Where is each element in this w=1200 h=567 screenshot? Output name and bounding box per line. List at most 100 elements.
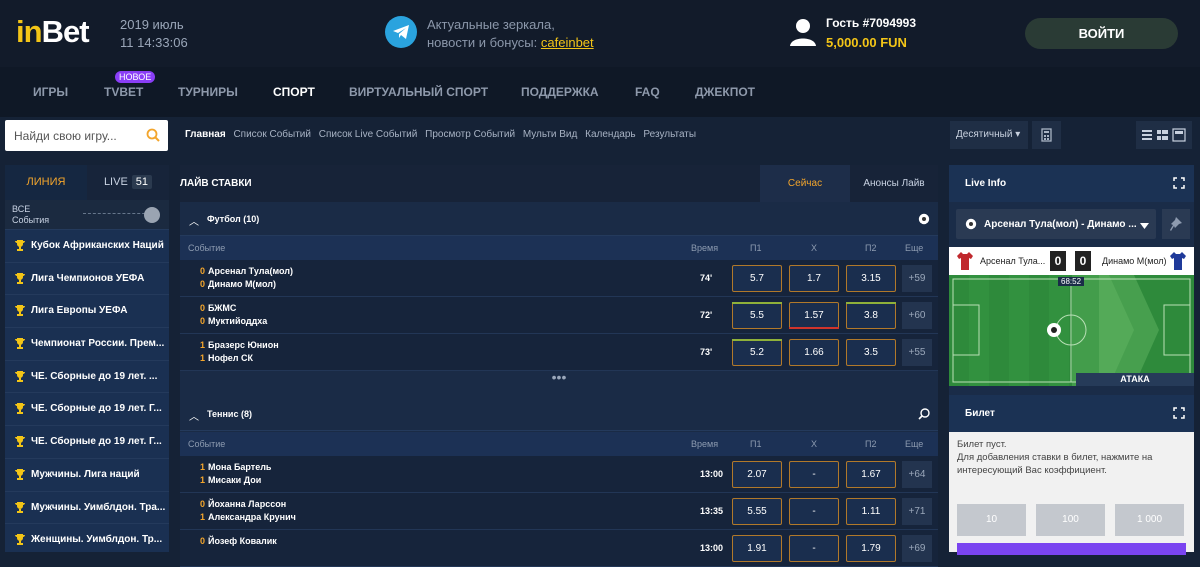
odd-p1[interactable]: 5.7 [732, 265, 782, 292]
sidebar-league-item[interactable]: Чемпионат России. Прем... [5, 327, 169, 360]
odd-p2[interactable]: 1.67 [846, 461, 896, 488]
all-events-slider-knob[interactable] [144, 207, 160, 223]
stake-button-100[interactable]: 100 [1036, 504, 1105, 536]
odd-x[interactable]: 1.66 [789, 339, 839, 366]
nav-item-jackpot[interactable]: ДЖЕКПОТ [695, 85, 755, 99]
crumb-calendar[interactable]: Календарь [585, 129, 635, 140]
more-markets-button[interactable]: +55 [902, 339, 932, 366]
event-row[interactable]: 0 БЖМС 0 Муктийоддха 72' 5.5 1.57 3.8 +60 [180, 297, 938, 334]
tennis-racket-icon [918, 408, 930, 423]
event-time: 13:35 [700, 506, 724, 516]
tab-line[interactable]: ЛИНИЯ [5, 165, 87, 200]
event-row[interactable]: 0 Йозеф Ковалик 13:00 1.91-1.79 +69 [180, 530, 938, 567]
sidebar-league-item[interactable]: Лига Европы УЕФА [5, 294, 169, 327]
search-input[interactable]: Найди свою игру... [5, 120, 168, 151]
more-markets-button[interactable]: +59 [902, 265, 932, 292]
tab-live-label: LIVE [103, 176, 128, 188]
odds-up-marker [732, 339, 782, 341]
nav-item-faq[interactable]: FAQ [635, 85, 660, 99]
odd-p1[interactable]: 5.2 [732, 339, 782, 366]
nav-item-sport[interactable]: СПОРТ [273, 85, 315, 99]
more-markets-button[interactable]: +71 [902, 498, 932, 525]
trophy-icon [14, 534, 26, 548]
crumb-live-event-list[interactable]: Список Live Событий [319, 129, 418, 140]
football-title: Футбол (10) [207, 214, 260, 224]
odd-p1[interactable]: 5.55 [732, 498, 782, 525]
crumb-multi-view[interactable]: Мульти Вид [523, 129, 578, 140]
sidebar-league-item[interactable]: ЧЕ. Сборные до 19 лет. Г... [5, 392, 169, 425]
sidebar-league-item[interactable]: Кубок Африканских Наций [5, 229, 169, 262]
odd-p2[interactable]: 1.11 [846, 498, 896, 525]
event-row[interactable]: 1 Мона Бартель 1 Мисаки Дои 13:00 2.07-1.67 +6… [180, 456, 938, 493]
football-column-headers: Событие Время П1 X П2 Еще [180, 236, 938, 260]
football-section-header[interactable]: ︿ Футбол (10) [180, 202, 938, 236]
user-icon[interactable] [787, 16, 819, 48]
login-button[interactable]: ВОЙТИ [1025, 18, 1178, 49]
calculator-icon[interactable] [1032, 121, 1061, 149]
nav-item-virtual-sport[interactable]: ВИРТУАЛЬНЫЙ СПОРТ [349, 85, 488, 99]
search-icon[interactable] [146, 128, 160, 145]
event-row[interactable]: 1 Бразерс Юнион 1 Нофел СК 73' 5.2 1.66 3.5 +55 [180, 334, 938, 371]
sidebar-league-item[interactable]: ЧЕ. Сборные до 19 лет. ... [5, 359, 169, 393]
nav-item-tournaments[interactable]: ТУРНИРЫ [178, 85, 238, 99]
odd-p1[interactable]: 5.5 [732, 302, 782, 329]
logo[interactable]: inBet [16, 14, 90, 50]
tab-live-announcements[interactable]: Анонсы Лайв [850, 165, 938, 202]
place-bet-button[interactable] [957, 543, 1186, 555]
ticket-body: Билет пуст. Для добавления ставки в билет… [949, 432, 1194, 555]
expand-icon[interactable] [1173, 407, 1185, 422]
expand-icon[interactable] [1173, 177, 1185, 192]
crumb-event-list[interactable]: Список Событий [233, 129, 311, 140]
team-1: 0 Арсенал Тула(мол) [200, 266, 293, 276]
nav-item-support[interactable]: ПОДДЕРЖКА [521, 85, 599, 99]
show-more-dots[interactable]: ••• [180, 370, 938, 388]
team-2-score: 1 [200, 475, 206, 485]
nav-item-games[interactable]: ИГРЫ [33, 85, 68, 99]
sidebar-league-item[interactable]: Мужчины. Уимблдон. Тра... [5, 490, 169, 524]
odd-x[interactable]: - [789, 498, 839, 525]
league-name: Мужчины. Уимблдон. Тра... [31, 501, 166, 513]
mirrors-link[interactable]: cafeinbet [541, 35, 594, 50]
sidebar-league-item[interactable]: Женщины. Уимблдон. Тр... [5, 523, 169, 556]
view-mode-switch[interactable] [1136, 121, 1192, 149]
collapse-icon[interactable]: ︿ [189, 408, 199, 423]
more-markets-button[interactable]: +60 [902, 302, 932, 329]
sidebar-league-item[interactable]: ЧЕ. Сборные до 19 лет. Г... [5, 425, 169, 458]
tab-live[interactable]: LIVE 51 [87, 165, 169, 200]
nav-item-tvbet[interactable]: TVBET [104, 85, 143, 99]
stake-button-10[interactable]: 10 [957, 504, 1026, 536]
more-markets-button[interactable]: +64 [902, 461, 932, 488]
sidebar-tabs: ЛИНИЯ LIVE 51 [5, 165, 169, 200]
sidebar-league-item[interactable]: Лига Чемпионов УЕФА [5, 261, 169, 295]
crumb-results[interactable]: Результаты [643, 129, 696, 140]
tab-now[interactable]: Сейчас [760, 165, 850, 202]
crumb-event-view[interactable]: Просмотр Событий [425, 129, 515, 140]
team-1-score: 1 [200, 340, 206, 350]
stake-button-1000[interactable]: 1 000 [1115, 504, 1184, 536]
odd-x[interactable]: 1.57 [789, 302, 839, 329]
tennis-section-header[interactable]: ︿ Теннис (8) [180, 397, 938, 431]
collapse-icon[interactable]: ︿ [189, 213, 199, 228]
odd-p1[interactable]: 2.07 [732, 461, 782, 488]
crumb-home[interactable]: Главная [185, 129, 226, 140]
league-name: Мужчины. Лига наций [31, 468, 140, 480]
odd-x[interactable]: 1.7 [789, 265, 839, 292]
odd-p2[interactable]: 3.8 [846, 302, 896, 329]
match-select[interactable]: Арсенал Тула(мол) - Динамо ... [956, 209, 1156, 239]
more-markets-button[interactable]: +69 [902, 535, 932, 562]
odd-x[interactable]: - [789, 535, 839, 562]
pin-icon[interactable] [1162, 209, 1190, 239]
odd-p1[interactable]: 1.91 [732, 535, 782, 562]
event-row[interactable]: 0 Арсенал Тула(мол) 0 Динамо М(мол) 74' 5.7 1.… [180, 260, 938, 297]
odds-format-select[interactable]: Десятичный ▾ [950, 121, 1028, 149]
event-row[interactable]: 0 Йоханна Ларссон 1 Александра Крунич 13:35 5… [180, 493, 938, 530]
odd-p2[interactable]: 3.15 [846, 265, 896, 292]
odd-p2[interactable]: 3.5 [846, 339, 896, 366]
odd-x[interactable]: - [789, 461, 839, 488]
col-event: Событие [188, 439, 226, 449]
sidebar-league-item[interactable]: Мужчины. Лига наций [5, 457, 169, 491]
odd-p2[interactable]: 1.79 [846, 535, 896, 562]
caret-down-icon: ▾ [1015, 129, 1021, 140]
telegram-icon[interactable] [385, 16, 417, 48]
match-tracker-pitch: 68:52 АТАКА [949, 275, 1194, 386]
